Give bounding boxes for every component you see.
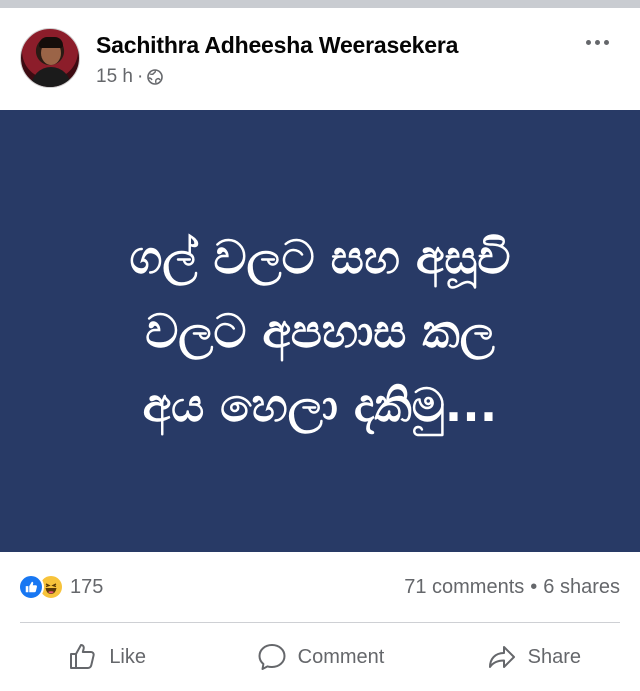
share-button[interactable]: Share: [427, 623, 640, 691]
like-button[interactable]: Like: [0, 623, 213, 691]
comment-button[interactable]: Comment: [213, 623, 426, 691]
avatar[interactable]: [20, 28, 80, 88]
post-header: Sachithra Adheesha Weerasekera 15 h ·: [0, 8, 640, 110]
like-label: Like: [109, 645, 147, 668]
post-image-line: අය හෙලා දකිමු...: [142, 378, 498, 432]
comment-label: Comment: [297, 645, 385, 668]
share-label: Share: [527, 645, 581, 668]
engagement-summary: 71 comments • 6 shares: [404, 576, 620, 599]
reaction-count: 175: [70, 575, 104, 598]
post-image-text: ගල් වලට සහ අසූචි වලට අපහාස කල අය හෙලා දක…: [40, 220, 600, 442]
author-name[interactable]: Sachithra Adheesha Weerasekera: [96, 32, 458, 59]
post-image-line: වලට අපහාස කල: [145, 304, 495, 358]
engagement-separator: •: [530, 576, 538, 598]
like-icon: [70, 644, 95, 669]
reactions-summary[interactable]: 175: [18, 574, 103, 600]
post-stats: 175 71 comments • 6 shares: [0, 552, 640, 626]
share-icon: [488, 646, 515, 668]
post-image-line: ගල් වලට සහ අසූචි: [129, 230, 511, 284]
post-image[interactable]: ගල් වලට සහ අසූචි වලට අපහාස කල අය හෙලා දක…: [0, 110, 640, 552]
post-actions: Like Comment Share: [0, 623, 640, 691]
meta-separator: ·: [136, 66, 144, 87]
like-reaction-icon: [18, 574, 44, 600]
more-options-icon[interactable]: [580, 30, 614, 54]
feed-separator: [0, 0, 640, 8]
globe-icon: [147, 69, 164, 85]
post-time[interactable]: 15 h: [96, 66, 133, 88]
shares-count[interactable]: 6 shares: [543, 576, 620, 598]
comment-icon: [258, 644, 286, 670]
post-meta: 15 h ·: [96, 66, 164, 88]
comments-count[interactable]: 71 comments: [404, 576, 524, 598]
